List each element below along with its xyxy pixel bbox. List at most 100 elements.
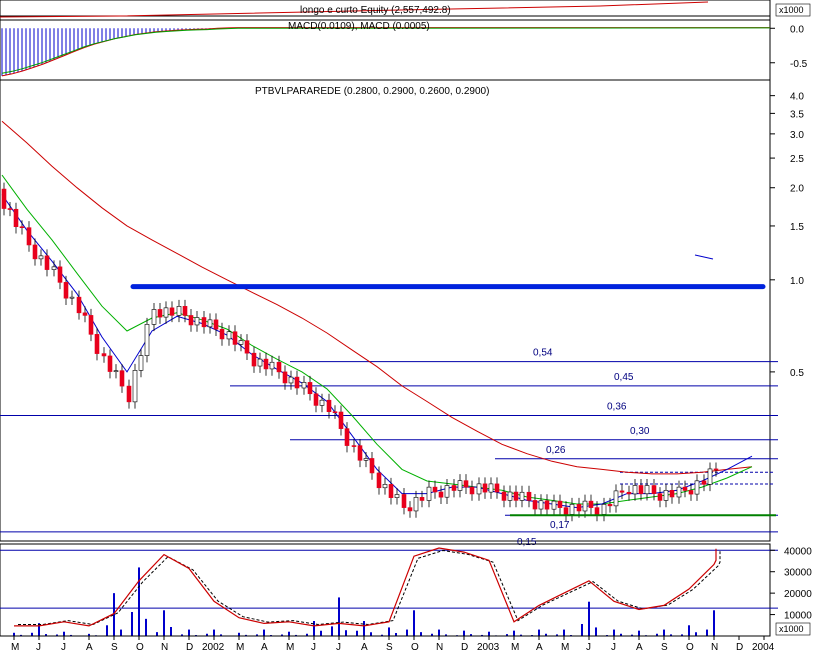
x-tick-label: 2003 xyxy=(477,642,500,652)
volume-bar xyxy=(613,630,615,636)
candle-body xyxy=(683,487,687,490)
candle-body xyxy=(52,267,56,270)
macd-tick-label: -0.5 xyxy=(790,59,808,70)
level-label: 0,45 xyxy=(614,372,634,383)
candle-body xyxy=(414,497,418,511)
price-tick-label: 3.5 xyxy=(790,109,804,120)
volume-bar xyxy=(538,630,540,636)
candle-body xyxy=(64,282,68,298)
candle-body xyxy=(320,400,324,405)
x-tick-label: 2004 xyxy=(752,642,775,652)
volume-tick-label: 40000 xyxy=(784,546,812,557)
candle-body xyxy=(158,309,162,317)
candle-body xyxy=(464,481,468,487)
candle-body xyxy=(58,267,62,283)
volume-bar xyxy=(438,630,440,636)
x-tick-label: O xyxy=(136,642,144,652)
candle-body xyxy=(483,484,487,492)
volume-bar xyxy=(595,627,597,636)
x-tick-label: A xyxy=(536,642,543,652)
x-tick-label: J xyxy=(611,642,616,652)
volume-bar xyxy=(120,630,122,636)
x-tick-label: A xyxy=(86,642,93,652)
candle-body xyxy=(208,320,212,327)
volume-bar xyxy=(263,630,265,636)
candle-body xyxy=(14,209,18,226)
candle-body xyxy=(145,324,149,355)
candle-body xyxy=(427,487,431,500)
candle-body xyxy=(383,484,387,487)
price-tick-label: 4.0 xyxy=(790,92,804,103)
volume-bar xyxy=(163,610,165,636)
volume-bar xyxy=(131,612,133,636)
x-tick-label: M xyxy=(11,642,19,652)
candle-body xyxy=(433,487,437,492)
x-tick-label: N xyxy=(161,642,168,652)
volume-tick-label: 30000 xyxy=(784,568,812,579)
candle-body xyxy=(533,500,537,509)
candle-body xyxy=(583,501,587,511)
candle-body xyxy=(608,504,612,506)
x-tick-label: M xyxy=(511,642,519,652)
volume-bar xyxy=(356,631,358,636)
x-tick-label: O xyxy=(411,642,419,652)
price-tick-label: 2.5 xyxy=(790,154,804,165)
stock-chart: longo e curto Equity (2,557,492.8) MACD(… xyxy=(0,0,823,652)
candle-body xyxy=(189,315,193,324)
candle-body xyxy=(89,315,93,334)
candle-body xyxy=(633,485,637,493)
candle-body xyxy=(670,490,674,497)
candle-body xyxy=(689,490,693,494)
candle-body xyxy=(177,306,181,315)
volume-bar xyxy=(563,630,565,636)
chart-canvas: longo e curto Equity (2,557,492.8) MACD(… xyxy=(0,0,823,652)
volume-bar xyxy=(338,597,340,636)
candle-body xyxy=(458,481,462,491)
price-tick-label: 2.0 xyxy=(790,184,804,195)
candle-body xyxy=(83,313,87,316)
volume-bar xyxy=(156,632,158,636)
candle-body xyxy=(577,504,581,511)
candle-body xyxy=(614,491,618,506)
candle-body xyxy=(520,492,524,500)
volume-bar xyxy=(363,621,365,636)
x-tick-label: S xyxy=(111,642,118,652)
volume-bar xyxy=(320,631,322,636)
x-tick-label: M xyxy=(286,642,294,652)
bottom-unit-label: x1000 xyxy=(779,624,804,634)
volume-bar xyxy=(463,631,465,636)
candle-body xyxy=(308,382,312,393)
candle-body xyxy=(602,504,606,514)
candle-body xyxy=(677,487,681,497)
volume-bar xyxy=(513,631,515,636)
candle-body xyxy=(127,386,131,402)
candle-body xyxy=(39,256,43,259)
price-tick-label: 1.0 xyxy=(790,276,804,287)
volume-bar xyxy=(581,624,583,636)
candle-body xyxy=(370,458,374,472)
candle-body xyxy=(470,487,474,494)
candle-body xyxy=(358,446,362,461)
x-tick-label: J xyxy=(61,642,66,652)
x-tick-label: J xyxy=(586,642,591,652)
x-tick-label: J xyxy=(36,642,41,652)
volume-bar xyxy=(345,630,347,636)
equity-title: longo e curto Equity (2,557,492.8) xyxy=(300,5,451,16)
volume-bar xyxy=(406,630,408,636)
candle-body xyxy=(395,494,399,497)
volume-bar xyxy=(138,567,140,636)
candle-body xyxy=(539,501,543,509)
candle-body xyxy=(389,484,393,497)
candle-body xyxy=(120,371,124,386)
x-tick-label: N xyxy=(711,642,718,652)
candle-body xyxy=(408,508,412,511)
candle-body xyxy=(489,484,493,492)
volume-bar xyxy=(420,632,422,636)
candle-body xyxy=(589,501,593,507)
candle-body xyxy=(195,318,199,325)
level-label: 0,17 xyxy=(550,520,570,531)
candle-body xyxy=(152,309,156,324)
candle-body xyxy=(8,209,12,210)
level-label: 0,36 xyxy=(607,402,627,413)
candle-body xyxy=(170,308,174,315)
